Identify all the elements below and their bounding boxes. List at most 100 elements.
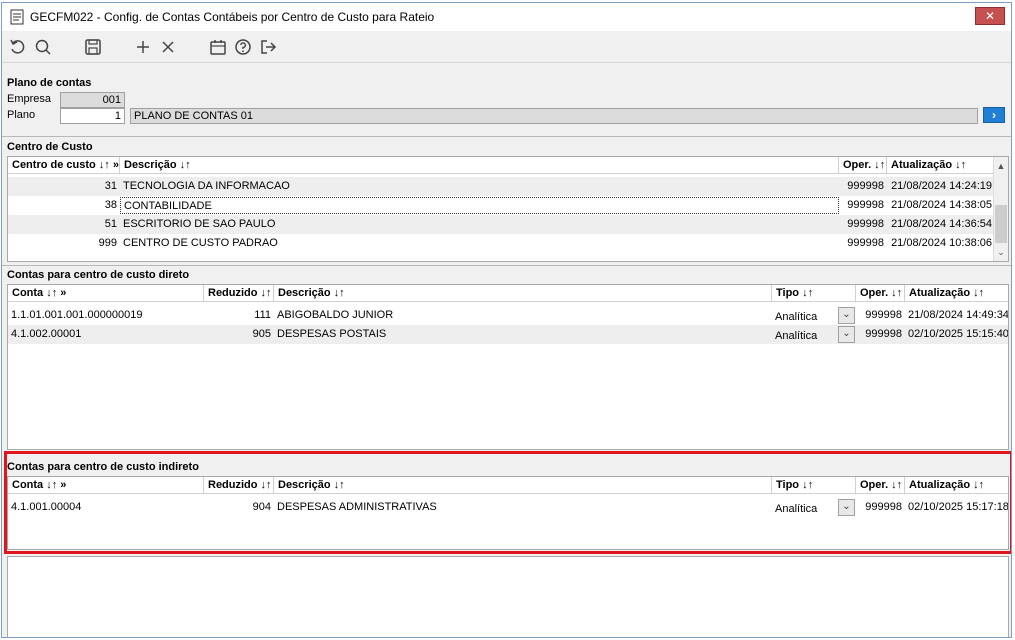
- table-row-selected[interactable]: 38 CONTABILIDADE 999998 21/08/2024 14:38…: [8, 196, 1008, 215]
- main-window: GECFM022 - Config. de Contas Contábeis p…: [1, 2, 1012, 638]
- centro-custo-header: Centro de custo ↓↑ » Descrição ↓↑ Oper. …: [8, 157, 1008, 174]
- contas-indireto-section-title: Contas para centro de custo indireto: [7, 461, 199, 473]
- save-icon: [85, 39, 101, 55]
- tipo-dropdown-icon[interactable]: ⌄: [838, 307, 855, 324]
- cell-tipo: Analítica: [775, 330, 818, 342]
- toolbar: [2, 31, 1011, 63]
- cell-centro-custo: 999: [98, 237, 117, 249]
- centro-custo-section-title: Centro de Custo: [7, 141, 93, 153]
- delete-icon: [162, 41, 174, 53]
- plano-field[interactable]: 1: [60, 108, 125, 124]
- contas-indireto-header: Conta ↓↑ » Reduzido ↓↑ Descrição ↓↑ Tipo…: [8, 477, 1008, 494]
- cell-conta: 1.1.01.001.001.000000019: [11, 309, 143, 321]
- cell-tipo: Analítica: [775, 503, 818, 515]
- cell-atualizacao: 21/08/2024 14:36:54: [891, 218, 992, 230]
- header-descricao[interactable]: Descrição ↓↑: [274, 477, 772, 494]
- cell-descricao: CENTRO DE CUSTO PADRAO: [123, 237, 278, 249]
- undo-button[interactable]: [8, 37, 28, 57]
- help-icon: [235, 39, 251, 55]
- cell-oper: 999998: [847, 199, 884, 211]
- plano-contas-section-title: Plano de contas: [7, 77, 92, 89]
- cell-reduzido: 111: [254, 309, 271, 321]
- cell-centro-custo: 51: [104, 218, 117, 230]
- cell-atualizacao: 21/08/2024 14:49:34: [908, 309, 1009, 321]
- contas-direto-header: Conta ↓↑ » Reduzido ↓↑ Descrição ↓↑ Tipo…: [8, 285, 1008, 302]
- header-atualizacao[interactable]: Atualização ↓↑: [887, 157, 995, 174]
- empty-detail-panel: [7, 556, 1009, 637]
- cell-reduzido: 905: [252, 328, 271, 340]
- delete-button[interactable]: [158, 37, 178, 57]
- calendar-button[interactable]: [208, 37, 228, 57]
- scroll-down-icon[interactable]: ⌄: [996, 247, 1006, 257]
- separator: [2, 265, 1011, 266]
- cell-descricao: DESPESAS POSTAIS: [277, 328, 387, 340]
- contas-direto-section-title: Contas para centro de custo direto: [7, 269, 190, 281]
- search-button[interactable]: [33, 37, 53, 57]
- table-row[interactable]: 1.1.01.001.001.000000019 111 ABIGOBALDO …: [8, 306, 1008, 325]
- table-row[interactable]: 51 ESCRITORIO DE SAO PAULO 999998 21/08/…: [8, 215, 1008, 234]
- cell-atualizacao: 21/08/2024 10:38:06: [891, 237, 992, 249]
- close-button[interactable]: ✕: [975, 7, 1005, 25]
- window-title: GECFM022 - Config. de Contas Contábeis p…: [30, 10, 435, 24]
- plano-go-button[interactable]: ›: [983, 107, 1005, 123]
- centro-custo-grid: Centro de custo ↓↑ » Descrição ↓↑ Oper. …: [7, 156, 1009, 262]
- cell-oper: 999998: [865, 328, 902, 340]
- header-tipo[interactable]: Tipo ↓↑: [772, 477, 856, 494]
- header-atualizacao[interactable]: Atualização ↓↑: [905, 285, 1008, 302]
- cell-oper: 999998: [865, 501, 902, 513]
- tipo-dropdown-icon[interactable]: ⌄: [838, 499, 855, 516]
- save-button[interactable]: [83, 37, 103, 57]
- app-document-icon: [10, 9, 24, 25]
- vertical-scrollbar[interactable]: ▲ ⌄: [993, 157, 1008, 261]
- separator: [2, 136, 1011, 137]
- cell-descricao-focused[interactable]: CONTABILIDADE: [120, 197, 839, 214]
- header-centro-custo[interactable]: Centro de custo ↓↑ »: [8, 157, 120, 174]
- cell-descricao: TECNOLOGIA DA INFORMACAO: [123, 180, 290, 192]
- cell-oper: 999998: [847, 218, 884, 230]
- header-descricao[interactable]: Descrição ↓↑: [120, 157, 839, 174]
- cell-descricao: DESPESAS ADMINISTRATIVAS: [277, 501, 437, 513]
- empresa-field[interactable]: 001: [60, 92, 125, 108]
- title-bar: GECFM022 - Config. de Contas Contábeis p…: [2, 3, 1011, 31]
- table-row[interactable]: 4.1.001.00004 904 DESPESAS ADMINISTRATIV…: [8, 498, 1008, 517]
- header-oper[interactable]: Oper. ↓↑: [856, 477, 905, 494]
- cell-oper: 999998: [865, 309, 902, 321]
- cell-atualizacao: 02/10/2025 15:17:18: [908, 501, 1009, 513]
- cell-atualizacao: 21/08/2024 14:24:19: [891, 180, 992, 192]
- contas-indireto-grid: Conta ↓↑ » Reduzido ↓↑ Descrição ↓↑ Tipo…: [7, 476, 1009, 550]
- header-oper[interactable]: Oper. ↓↑: [839, 157, 887, 174]
- scroll-up-icon[interactable]: ▲: [996, 161, 1006, 171]
- table-row[interactable]: 999 CENTRO DE CUSTO PADRAO 999998 21/08/…: [8, 234, 1008, 253]
- header-atualizacao[interactable]: Atualização ↓↑: [905, 477, 1008, 494]
- exit-button[interactable]: [258, 37, 278, 57]
- table-row[interactable]: 31 TECNOLOGIA DA INFORMACAO 999998 21/08…: [8, 177, 1008, 196]
- add-button[interactable]: [133, 37, 153, 57]
- contas-direto-grid: Conta ↓↑ » Reduzido ↓↑ Descrição ↓↑ Tipo…: [7, 284, 1009, 450]
- cell-atualizacao: 21/08/2024 14:38:05: [891, 199, 992, 211]
- undo-icon: [10, 39, 25, 54]
- cell-oper: 999998: [847, 237, 884, 249]
- header-reduzido[interactable]: Reduzido ↓↑: [204, 285, 274, 302]
- cell-atualizacao: 02/10/2025 15:15:40: [908, 328, 1009, 340]
- cell-descricao: ABIGOBALDO JUNIOR: [277, 309, 394, 321]
- empresa-label: Empresa: [7, 93, 52, 105]
- tipo-dropdown-icon[interactable]: ⌄: [838, 326, 855, 343]
- cell-descricao: ESCRITORIO DE SAO PAULO: [123, 218, 276, 230]
- add-icon: [137, 41, 149, 53]
- header-conta[interactable]: Conta ↓↑ »: [8, 285, 204, 302]
- cell-centro-custo: 31: [104, 180, 117, 192]
- help-button[interactable]: [233, 37, 253, 57]
- scroll-thumb[interactable]: [995, 205, 1007, 243]
- header-tipo[interactable]: Tipo ↓↑: [772, 285, 856, 302]
- calendar-icon: [210, 40, 226, 55]
- cell-conta: 4.1.002.00001: [11, 328, 82, 340]
- header-descricao[interactable]: Descrição ↓↑: [274, 285, 772, 302]
- table-row[interactable]: 4.1.002.00001 905 DESPESAS POSTAIS Analí…: [8, 325, 1008, 344]
- header-oper[interactable]: Oper. ↓↑: [856, 285, 905, 302]
- cell-conta: 4.1.001.00004: [11, 501, 82, 513]
- header-conta[interactable]: Conta ↓↑ »: [8, 477, 204, 494]
- plano-description-field: PLANO DE CONTAS 01: [130, 108, 978, 124]
- cell-oper: 999998: [847, 180, 884, 192]
- plano-label: Plano: [7, 109, 36, 121]
- header-reduzido[interactable]: Reduzido ↓↑: [204, 477, 274, 494]
